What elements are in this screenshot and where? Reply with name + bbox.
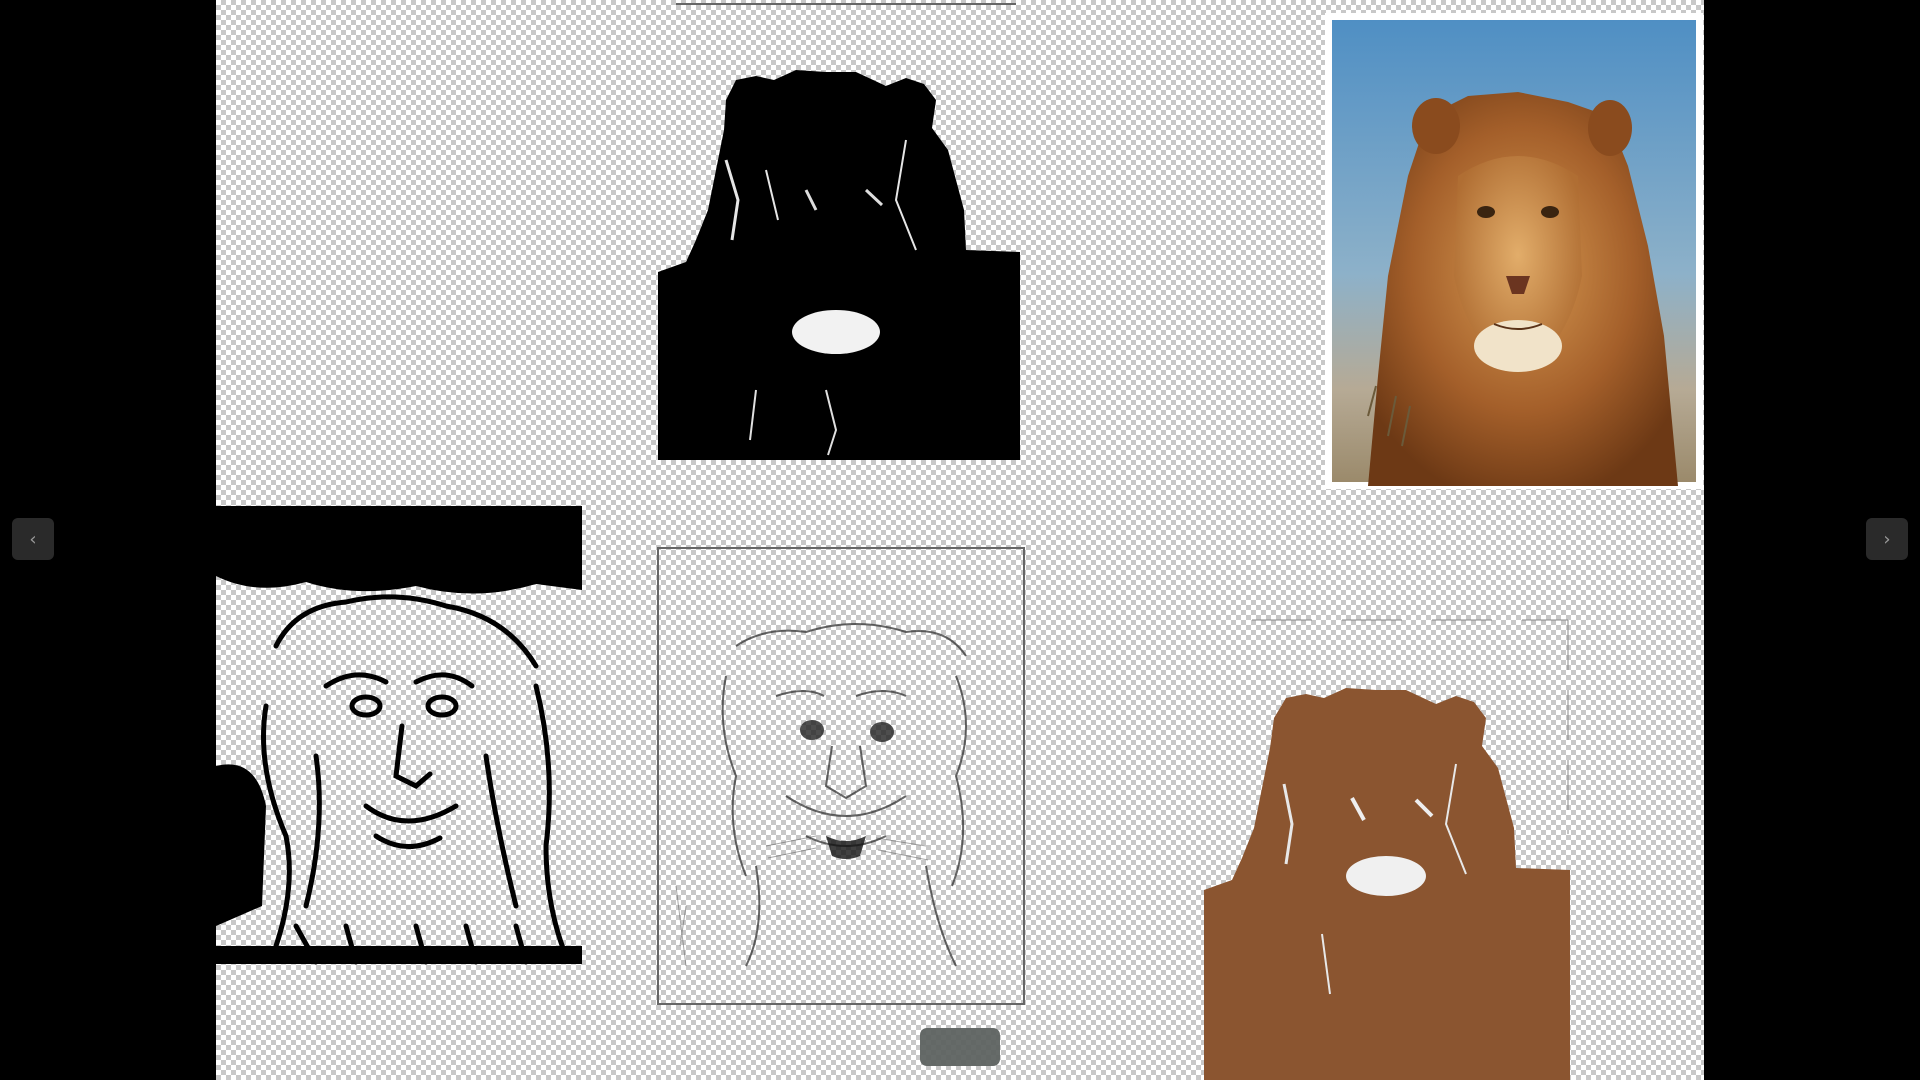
lion-color-painting-svg — [1332, 20, 1696, 486]
lion-black-silhouette-svg — [658, 3, 1020, 460]
chevron-right-icon: › — [1883, 528, 1891, 550]
lion-pencil-sketch-image[interactable] — [656, 546, 1026, 1006]
lion-black-outline-image[interactable] — [216, 506, 582, 966]
lion-black-silhouette-image[interactable] — [656, 0, 1022, 462]
next-image-button[interactable]: › — [1866, 518, 1908, 560]
lion-brown-silhouette-image[interactable] — [1202, 614, 1572, 1080]
page-indicator-pill[interactable] — [920, 1028, 1000, 1066]
lion-black-outline-svg — [216, 506, 582, 965]
image-viewer: ‹ › — [0, 0, 1920, 1080]
lion-brown-silhouette-svg — [1204, 619, 1570, 1080]
previous-image-button[interactable]: ‹ — [12, 518, 54, 560]
lion-pencil-sketch-svg — [657, 547, 1025, 1005]
chevron-left-icon: ‹ — [29, 528, 37, 550]
lion-color-painting-image[interactable] — [1328, 16, 1700, 486]
transparency-canvas — [216, 0, 1704, 1080]
